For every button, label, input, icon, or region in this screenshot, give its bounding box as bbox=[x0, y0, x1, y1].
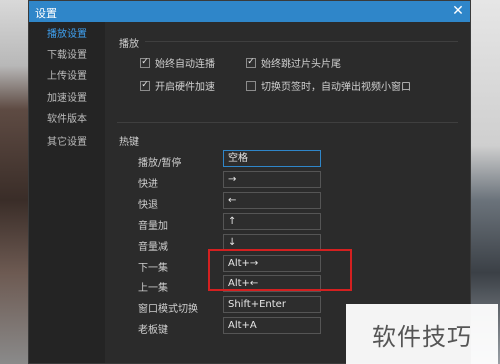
hotkey-input-forward[interactable]: → bbox=[223, 171, 321, 188]
auto-play-next-checkbox[interactable]: ✓ 始终自动连播 bbox=[140, 55, 215, 70]
hotkey-input-window-mode[interactable]: Shift+Enter bbox=[223, 296, 321, 313]
hotkey-label-window-mode: 窗口模式切换 bbox=[138, 304, 198, 315]
sidebar-item-download[interactable]: 下载设置 bbox=[29, 46, 105, 66]
checkbox-box: ✓ bbox=[246, 57, 256, 68]
annotation-highlight-box bbox=[208, 249, 352, 291]
hotkey-label-forward: 快进 bbox=[138, 179, 158, 190]
hotkey-label-volume-up: 音量加 bbox=[138, 221, 168, 232]
checkbox-box: ✓ bbox=[140, 80, 150, 91]
hotkey-label-rewind: 快退 bbox=[138, 200, 158, 211]
playback-section-title: 播放 bbox=[119, 39, 139, 50]
hotkey-label-volume-down: 音量减 bbox=[138, 242, 168, 253]
checkbox-label: 开启硬件加速 bbox=[155, 82, 215, 93]
hotkey-label-next-episode: 下一集 bbox=[138, 263, 168, 274]
close-icon[interactable]: ✕ bbox=[450, 3, 466, 19]
section-divider bbox=[117, 122, 458, 123]
playback-divider bbox=[145, 41, 458, 42]
mini-window-checkbox[interactable]: 切换页签时，自动弹出视频小窗口 bbox=[246, 78, 411, 93]
title-bar: 设置 ✕ bbox=[29, 1, 470, 22]
checkbox-box: ✓ bbox=[140, 57, 150, 68]
hardware-acceleration-checkbox[interactable]: ✓ 开启硬件加速 bbox=[140, 78, 215, 93]
sidebar-item-other[interactable]: 其它设置 bbox=[29, 133, 105, 153]
hotkey-label-play-pause: 播放/暂停 bbox=[138, 158, 182, 169]
hotkey-label-boss-key: 老板键 bbox=[138, 325, 168, 336]
watermark: 软件技巧 bbox=[346, 304, 498, 364]
hotkey-input-volume-up[interactable]: ↑ bbox=[223, 213, 321, 230]
checkbox-label: 切换页签时，自动弹出视频小窗口 bbox=[261, 82, 411, 93]
sidebar-item-version[interactable]: 软件版本 bbox=[29, 110, 105, 130]
sidebar: 播放设置 下载设置 上传设置 加速设置 软件版本 其它设置 bbox=[29, 22, 105, 363]
sidebar-item-playback[interactable]: 播放设置 bbox=[29, 25, 105, 45]
hotkey-input-boss-key[interactable]: Alt+A bbox=[223, 317, 321, 334]
sidebar-item-acceleration[interactable]: 加速设置 bbox=[29, 89, 105, 109]
checkbox-box bbox=[246, 80, 256, 91]
hotkeys-section-title: 热键 bbox=[119, 137, 139, 148]
checkbox-label: 始终跳过片头片尾 bbox=[261, 59, 341, 70]
hotkey-label-prev-episode: 上一集 bbox=[138, 283, 168, 294]
checkbox-label: 始终自动连播 bbox=[155, 59, 215, 70]
hotkey-input-play-pause[interactable]: 空格 bbox=[223, 150, 321, 167]
skip-intro-outro-checkbox[interactable]: ✓ 始终跳过片头片尾 bbox=[246, 55, 341, 70]
window-title: 设置 bbox=[35, 7, 57, 20]
background-photo-left bbox=[0, 0, 28, 364]
sidebar-item-upload[interactable]: 上传设置 bbox=[29, 67, 105, 87]
hotkey-input-rewind[interactable]: ← bbox=[223, 192, 321, 209]
